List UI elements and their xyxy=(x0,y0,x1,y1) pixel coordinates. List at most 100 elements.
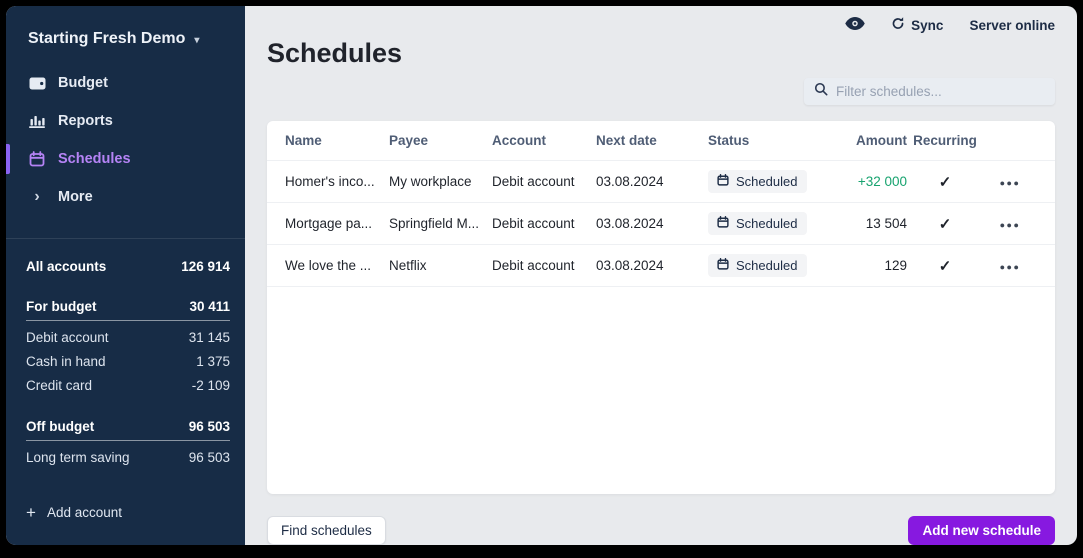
cell-account: Debit account xyxy=(492,174,596,189)
wallet-icon xyxy=(28,77,46,90)
column-header-next-date: Next date xyxy=(596,133,708,148)
cell-status: Scheduled xyxy=(708,212,856,235)
cell-next-date: 03.08.2024 xyxy=(596,174,708,189)
cell-next-date: 03.08.2024 xyxy=(596,258,708,273)
calendar-icon xyxy=(717,258,729,273)
chevron-down-icon: ▾ xyxy=(194,33,199,46)
budget-file-selector[interactable]: Starting Fresh Demo ▾ xyxy=(6,6,245,64)
check-icon: ✓ xyxy=(907,173,983,191)
check-icon: ✓ xyxy=(907,215,983,233)
cell-account: Debit account xyxy=(492,258,596,273)
account-label: Credit card xyxy=(26,378,92,393)
sidebar-item-more[interactable]: › More xyxy=(6,178,245,216)
filter-schedules-input[interactable] xyxy=(836,84,1045,99)
sidebar-item-schedules[interactable]: Schedules xyxy=(6,140,245,178)
check-icon: ✓ xyxy=(907,257,983,275)
column-header-amount: Amount xyxy=(856,133,907,148)
main-content: Sync Server online Schedules Name Payee … xyxy=(245,6,1077,545)
bar-chart-icon xyxy=(28,114,46,128)
cell-account: Debit account xyxy=(492,216,596,231)
cell-name: Homer's inco... xyxy=(285,174,389,189)
table-row[interactable]: We love the ... Netflix Debit account 03… xyxy=(267,245,1055,287)
table-header-row: Name Payee Account Next date Status Amou… xyxy=(267,121,1055,161)
account-balance: 1 375 xyxy=(196,354,230,369)
cell-menu: ●●● xyxy=(983,258,1037,273)
cell-payee: Springfield M... xyxy=(389,216,492,231)
search-icon xyxy=(814,82,828,101)
account-label: Cash in hand xyxy=(26,354,106,369)
table-row[interactable]: Homer's inco... My workplace Debit accou… xyxy=(267,161,1055,203)
ellipsis-icon[interactable]: ●●● xyxy=(1000,262,1021,272)
account-balance: 96 503 xyxy=(189,419,230,434)
account-group-for-budget: For budget 30 411 Debit account 31 145 C… xyxy=(26,293,230,397)
account-group-off-budget: Off budget 96 503 Long term saving 96 50… xyxy=(26,413,230,469)
cell-next-date: 03.08.2024 xyxy=(596,216,708,231)
cell-name: We love the ... xyxy=(285,258,389,273)
all-accounts-row[interactable]: All accounts 126 914 xyxy=(26,254,230,278)
page-title: Schedules xyxy=(267,38,1055,69)
add-new-schedule-button[interactable]: Add new schedule xyxy=(908,516,1055,545)
cell-payee: Netflix xyxy=(389,258,492,273)
cell-payee: My workplace xyxy=(389,174,492,189)
table-rows: Homer's inco... My workplace Debit accou… xyxy=(267,161,1055,287)
accounts-panel: All accounts 126 914 For budget 30 411 D… xyxy=(6,238,245,494)
account-label: Off budget xyxy=(26,419,94,434)
account-balance: -2 109 xyxy=(192,378,230,393)
cell-name: Mortgage pa... xyxy=(285,216,389,231)
server-status-button[interactable]: Server online xyxy=(969,18,1055,33)
cell-amount: 13 504 xyxy=(856,216,907,231)
off-budget-row[interactable]: Off budget 96 503 xyxy=(26,413,230,441)
account-row-credit-card[interactable]: Credit card -2 109 xyxy=(26,373,230,397)
cell-status: Scheduled xyxy=(708,170,856,193)
account-row-cash[interactable]: Cash in hand 1 375 xyxy=(26,349,230,373)
account-row-long-term-saving[interactable]: Long term saving 96 503 xyxy=(26,445,230,469)
sidebar-item-reports[interactable]: Reports xyxy=(6,102,245,140)
account-balance: 126 914 xyxy=(181,259,230,274)
account-label: Debit account xyxy=(26,330,109,345)
cell-status: Scheduled xyxy=(708,254,856,277)
status-label: Scheduled xyxy=(736,174,797,189)
filter-schedules-box xyxy=(804,78,1055,105)
status-badge: Scheduled xyxy=(708,170,807,193)
actions-row: Find schedules Add new schedule xyxy=(267,516,1055,545)
sync-button[interactable]: Sync xyxy=(891,16,943,34)
column-header-account: Account xyxy=(492,133,596,148)
cell-amount: +32 000 xyxy=(856,174,907,189)
status-badge: Scheduled xyxy=(708,254,807,277)
find-schedules-button[interactable]: Find schedules xyxy=(267,516,386,545)
sidebar-item-budget[interactable]: Budget xyxy=(6,64,245,102)
status-label: Scheduled xyxy=(736,216,797,231)
plus-icon: + xyxy=(26,504,36,521)
add-account-label: Add account xyxy=(47,505,122,520)
column-header-status: Status xyxy=(708,133,856,148)
ellipsis-icon[interactable]: ●●● xyxy=(1000,178,1021,188)
topbar: Sync Server online xyxy=(267,6,1055,34)
sidebar-nav: Budget Reports Schedules › More xyxy=(6,64,245,216)
for-budget-row[interactable]: For budget 30 411 xyxy=(26,293,230,321)
account-label: For budget xyxy=(26,299,97,314)
table-row[interactable]: Mortgage pa... Springfield M... Debit ac… xyxy=(267,203,1055,245)
account-balance: 96 503 xyxy=(189,450,230,465)
account-balance: 30 411 xyxy=(189,299,230,314)
sidebar-item-label: Schedules xyxy=(58,151,131,167)
cell-menu: ●●● xyxy=(983,216,1037,231)
cell-amount: 129 xyxy=(856,258,907,273)
sync-label: Sync xyxy=(911,18,943,33)
sidebar-item-label: Reports xyxy=(58,113,113,129)
calendar-icon xyxy=(717,216,729,231)
account-row-debit[interactable]: Debit account 31 145 xyxy=(26,325,230,349)
sidebar-item-label: More xyxy=(58,189,93,205)
sync-icon xyxy=(891,16,905,34)
column-header-name: Name xyxy=(285,133,389,148)
cell-menu: ●●● xyxy=(983,174,1037,189)
privacy-toggle-button[interactable] xyxy=(845,17,865,33)
add-account-button[interactable]: + Add account xyxy=(6,494,245,545)
calendar-icon xyxy=(28,151,46,167)
status-label: Scheduled xyxy=(736,258,797,273)
account-label: All accounts xyxy=(26,259,106,274)
status-badge: Scheduled xyxy=(708,212,807,235)
account-label: Long term saving xyxy=(26,450,130,465)
sidebar-item-label: Budget xyxy=(58,75,108,91)
column-header-recurring: Recurring xyxy=(907,133,983,148)
ellipsis-icon[interactable]: ●●● xyxy=(1000,220,1021,230)
